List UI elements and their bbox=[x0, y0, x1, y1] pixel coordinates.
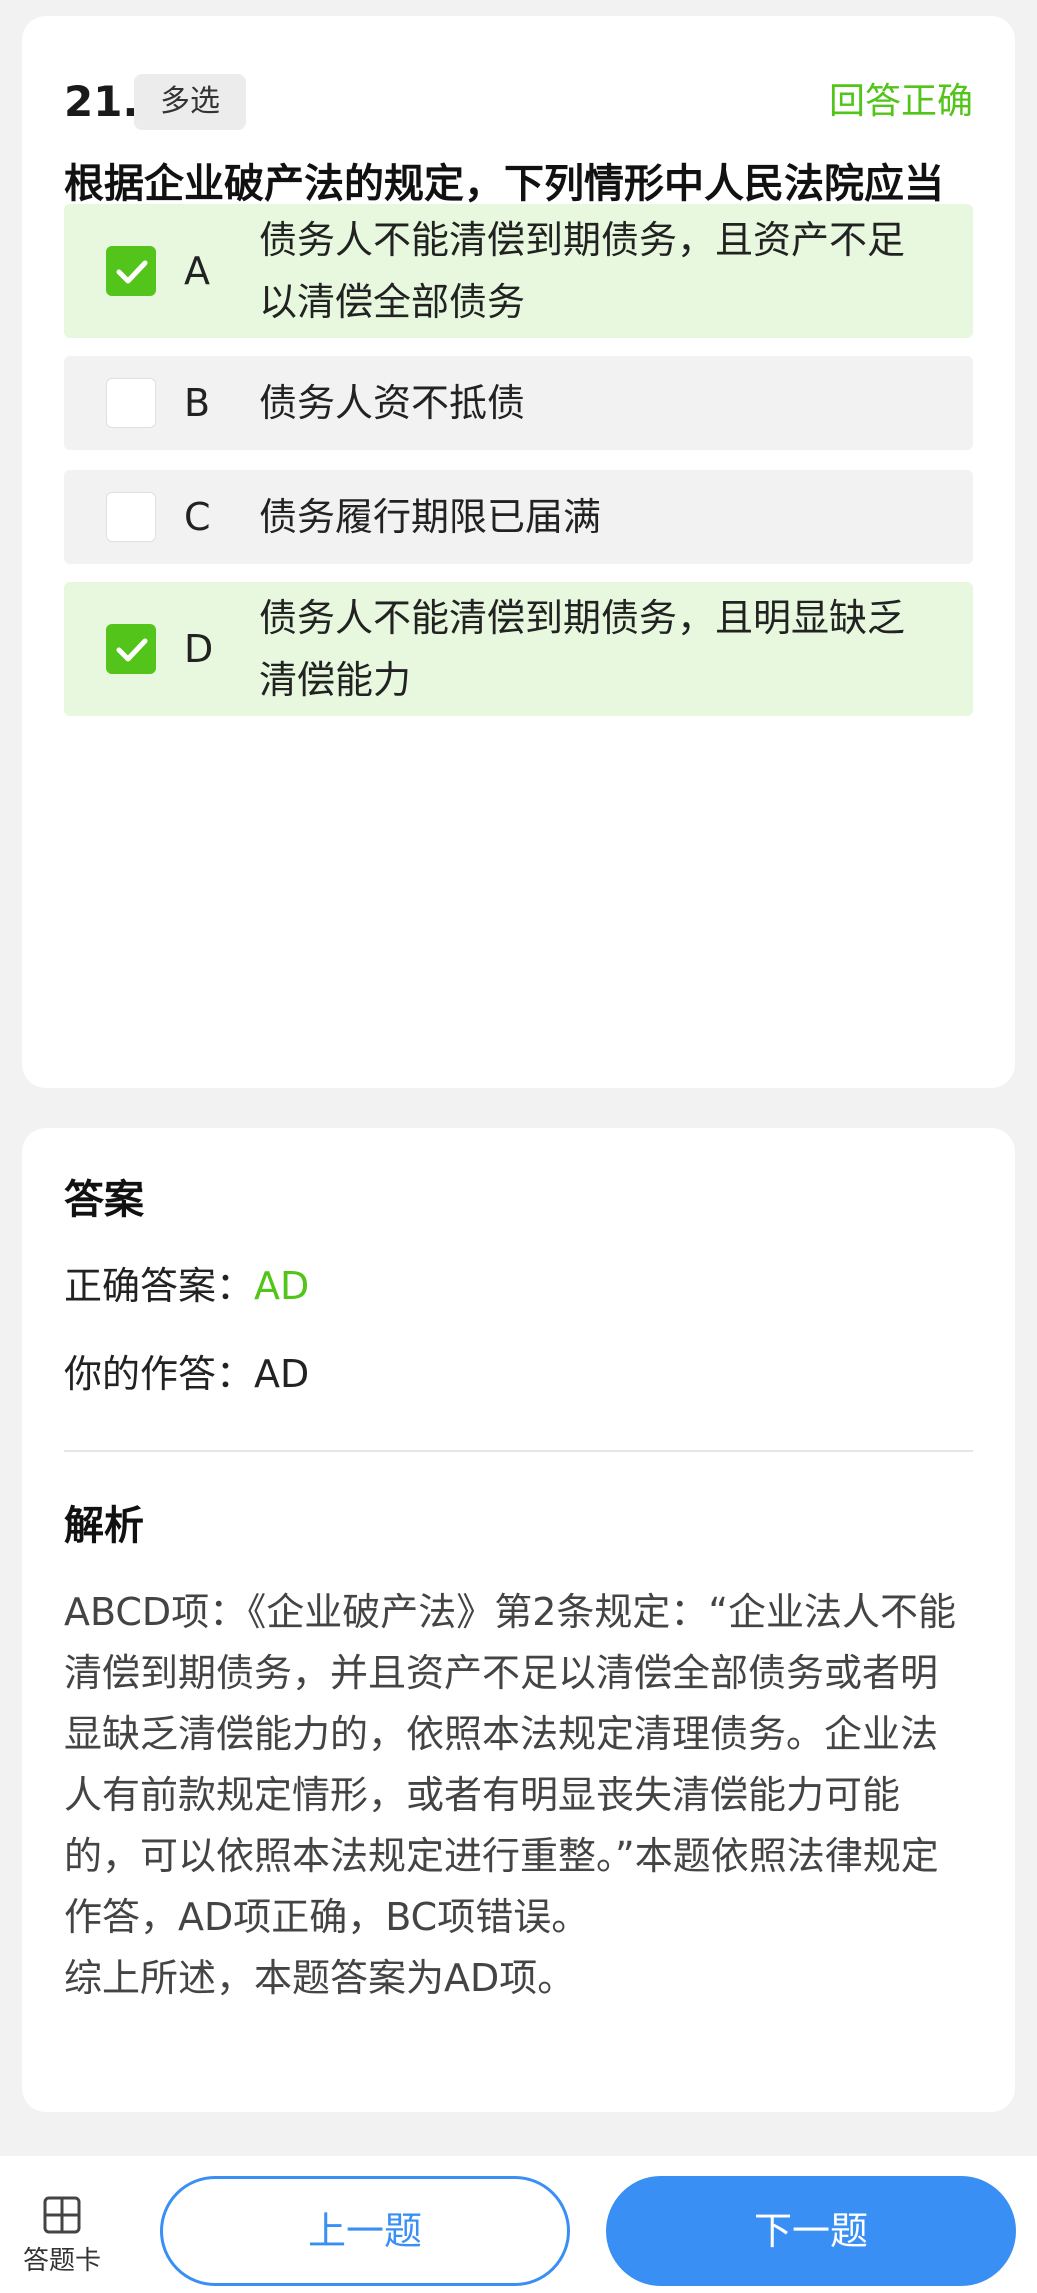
option-c[interactable]: C 债务履行期限已届满 bbox=[64, 470, 973, 564]
answer-section-title: 答案 bbox=[64, 1177, 144, 1223]
option-b-text: 债务人资不抵债 bbox=[259, 381, 526, 425]
answer-card-button[interactable]: 答题卡 bbox=[14, 2190, 110, 2280]
option-d[interactable]: D 债务人不能清偿到期债务，且明显缺乏清偿能力 bbox=[64, 582, 973, 716]
analysis-summary: 综上所述，本题答案为AD项。 bbox=[64, 1956, 576, 2000]
option-c-text: 债务履行期限已届满 bbox=[259, 495, 602, 539]
answer-card: 答案 正确答案：AD 你的作答：AD 解析 ABCD项：《企业破产法》第2条规定… bbox=[22, 1128, 1015, 2112]
correct-answer-value: AD bbox=[254, 1264, 310, 1308]
question-number: 21. bbox=[64, 77, 139, 126]
correct-answer-line: 正确答案：AD bbox=[64, 1256, 309, 1316]
check-icon bbox=[116, 260, 148, 284]
check-icon bbox=[116, 638, 148, 662]
grid-icon bbox=[43, 2196, 81, 2234]
answer-status: 回答正确 bbox=[828, 81, 973, 122]
option-a-letter: A bbox=[184, 249, 210, 293]
next-question-button[interactable]: 下一题 bbox=[606, 2176, 1016, 2286]
analysis-paragraph: ABCD项：《企业破产法》第2条规定：“企业法人不能清偿到期债务，并且资产不足以… bbox=[64, 1590, 957, 1939]
option-d-letter: D bbox=[184, 627, 214, 671]
option-c-letter: C bbox=[184, 495, 211, 539]
analysis-body: ABCD项：《企业破产法》第2条规定：“企业法人不能清偿到期债务，并且资产不足以… bbox=[64, 1582, 973, 2009]
prev-question-button[interactable]: 上一题 bbox=[160, 2176, 570, 2286]
option-b-letter: B bbox=[184, 381, 211, 425]
your-answer-line: 你的作答：AD bbox=[64, 1344, 309, 1404]
option-b-checkbox[interactable] bbox=[106, 378, 156, 428]
option-d-checkbox[interactable] bbox=[106, 624, 156, 674]
answer-card-label: 答题卡 bbox=[22, 2246, 101, 2276]
your-answer-label: 你的作答： bbox=[64, 1352, 255, 1396]
question-type-badge: 多选 bbox=[134, 74, 246, 130]
bottom-nav-bar: 答题卡 上一题 下一题 bbox=[0, 2156, 1037, 2293]
option-a-text: 债务人不能清偿到期债务，且资产不足以清偿全部债务 bbox=[259, 218, 906, 324]
question-header: 21. 多选 回答正确 bbox=[64, 72, 973, 132]
analysis-section-title: 解析 bbox=[64, 1503, 144, 1549]
divider bbox=[64, 1450, 973, 1452]
option-a-checkbox[interactable] bbox=[106, 246, 156, 296]
option-d-text: 债务人不能清偿到期债务，且明显缺乏清偿能力 bbox=[259, 596, 906, 702]
question-card: 21. 多选 回答正确 根据企业破产法的规定，下列情形中人民法院应当认定具备破产… bbox=[22, 16, 1015, 1088]
option-c-checkbox[interactable] bbox=[106, 492, 156, 542]
correct-answer-label: 正确答案： bbox=[64, 1264, 255, 1308]
option-a[interactable]: A 债务人不能清偿到期债务，且资产不足以清偿全部债务 bbox=[64, 204, 973, 338]
your-answer-value: AD bbox=[254, 1352, 310, 1396]
option-b[interactable]: B 债务人资不抵债 bbox=[64, 356, 973, 450]
